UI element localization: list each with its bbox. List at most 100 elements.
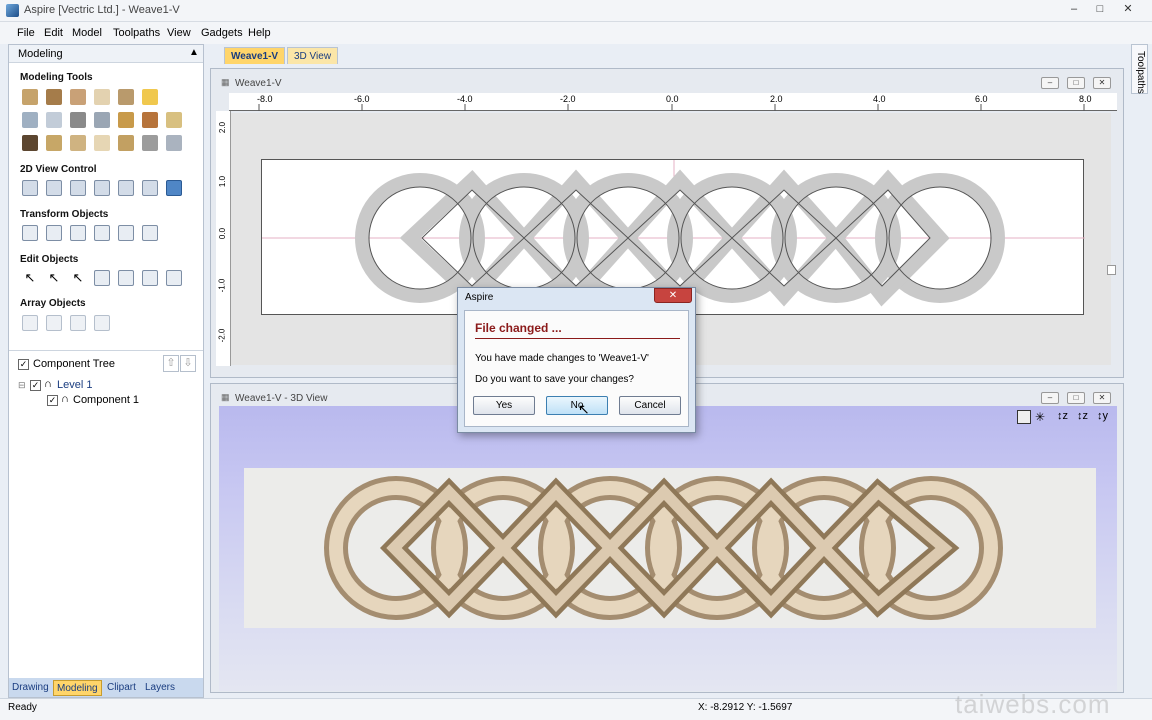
align-icon[interactable]: [70, 225, 86, 241]
zoom-icon[interactable]: [46, 180, 62, 196]
tab-3d-view[interactable]: 3D View: [287, 47, 339, 64]
panel-close-icon[interactable]: ✕: [1093, 392, 1111, 404]
pan-icon[interactable]: [22, 180, 38, 196]
material-block-3d: [244, 468, 1096, 628]
wrench-icon[interactable]: [22, 135, 38, 151]
move-up-icon[interactable]: ⇧: [163, 355, 179, 372]
smooth-icon[interactable]: [142, 112, 158, 128]
render-canvas-3d[interactable]: ✳ ↕z ↕z ↕y: [219, 406, 1117, 691]
box-icon[interactable]: [46, 112, 62, 128]
slice-icon[interactable]: [142, 135, 158, 151]
level-label[interactable]: Level 1: [57, 379, 92, 391]
dome-icon[interactable]: [70, 135, 86, 151]
grid-icon[interactable]: [46, 135, 62, 151]
no-button[interactable]: No: [546, 396, 608, 415]
tab-layers[interactable]: Layers: [142, 680, 178, 696]
delete-icon[interactable]: [166, 270, 182, 286]
mirror-icon[interactable]: [94, 225, 110, 241]
yes-button[interactable]: Yes: [473, 396, 535, 415]
block-copy-icon[interactable]: [22, 315, 38, 331]
menu-help[interactable]: Help: [248, 27, 271, 39]
component-icon[interactable]: [22, 112, 38, 128]
nesting-icon[interactable]: [94, 315, 110, 331]
ruler-label: -6.0: [354, 94, 370, 104]
close-icon[interactable]: ✕: [1114, 0, 1142, 18]
top-view-icon[interactable]: ↕z: [1077, 410, 1088, 422]
maximize-icon[interactable]: □: [1086, 0, 1114, 18]
view-3d-icon[interactable]: [166, 180, 182, 196]
menu-gadgets[interactable]: Gadgets: [201, 27, 243, 39]
status-text: Ready: [8, 702, 37, 713]
scale-icon[interactable]: [46, 225, 62, 241]
component-tree-checkbox[interactable]: ✓: [18, 359, 29, 370]
menu-toolpaths[interactable]: Toolpaths: [113, 27, 160, 39]
component-checkbox[interactable]: ✓: [47, 395, 58, 406]
menu-view[interactable]: View: [167, 27, 191, 39]
view-horizontal-icon[interactable]: [142, 180, 158, 196]
fade-icon[interactable]: [118, 112, 134, 128]
tilt-icon[interactable]: [166, 112, 182, 128]
move-down-icon[interactable]: ⇩: [180, 355, 196, 372]
zoom-extents-icon[interactable]: [70, 180, 86, 196]
minimize-icon[interactable]: –: [1060, 0, 1088, 18]
center-icon[interactable]: [142, 225, 158, 241]
sculpt-icon[interactable]: [94, 89, 110, 105]
panel-minimize-icon[interactable]: –: [1041, 392, 1059, 404]
orientation-icon[interactable]: ✳: [1035, 410, 1045, 424]
menu-edit[interactable]: Edit: [44, 27, 63, 39]
panel-maximize-icon[interactable]: □: [1067, 77, 1085, 89]
transform-select-icon[interactable]: ↖: [70, 270, 86, 286]
distort-icon[interactable]: [70, 112, 86, 128]
panel-minimize-icon[interactable]: –: [1041, 77, 1059, 89]
export-icon[interactable]: [166, 135, 182, 151]
move-object-icon[interactable]: [22, 225, 38, 241]
panel-close-icon[interactable]: ✕: [1093, 77, 1111, 89]
extrude-icon[interactable]: [46, 89, 62, 105]
cancel-button[interactable]: Cancel: [619, 396, 681, 415]
vertical-scrollbar[interactable]: [1106, 115, 1116, 355]
move-icon[interactable]: [94, 112, 110, 128]
component-label[interactable]: Component 1: [73, 394, 139, 406]
panel-maximize-icon[interactable]: □: [1067, 392, 1085, 404]
bake-icon[interactable]: [118, 135, 134, 151]
copy-along-vector-icon[interactable]: [70, 315, 86, 331]
zoom-all-icon[interactable]: [1017, 410, 1031, 424]
watermark: taiwebs.com: [955, 689, 1111, 719]
expand-icon[interactable]: ⊟: [18, 380, 26, 391]
iso-view-icon[interactable]: ↕z: [1057, 410, 1068, 422]
tab-drawing[interactable]: Drawing: [9, 680, 52, 696]
ungroup-icon[interactable]: [118, 270, 134, 286]
size-icon[interactable]: [118, 225, 134, 241]
dialog-message-1: You have made changes to 'Weave1-V': [475, 353, 649, 364]
tab-clipart[interactable]: Clipart: [104, 680, 139, 696]
circular-copy-icon[interactable]: [46, 315, 62, 331]
node-edit-icon[interactable]: ↖: [46, 270, 62, 286]
ruler-label: -2.0: [560, 94, 576, 104]
menu-model[interactable]: Model: [72, 27, 102, 39]
section-2d-view-control: 2D View Control: [20, 164, 97, 175]
group-icon[interactable]: [94, 270, 110, 286]
select-icon[interactable]: ↖: [22, 270, 38, 286]
texture-icon[interactable]: [142, 89, 158, 105]
scrollbar-thumb[interactable]: [1107, 265, 1116, 275]
dialog-close-icon[interactable]: ✕: [654, 288, 692, 303]
two-rail-icon[interactable]: [118, 89, 134, 105]
panel-tabs: Drawing Modeling Clipart Layers: [9, 678, 203, 697]
pin-icon[interactable]: ▲: [189, 47, 199, 58]
arch-icon[interactable]: [94, 135, 110, 151]
menu-file[interactable]: File: [17, 27, 35, 39]
toolpaths-tab[interactable]: Toolpaths: [1131, 44, 1148, 94]
status-bar: Ready X: -8.2912 Y: -1.5697 taiwebs.com: [0, 689, 1152, 720]
ruler-label: -1.0: [217, 278, 227, 293]
level-checkbox[interactable]: ✓: [30, 380, 41, 391]
tab-modeling[interactable]: Modeling: [53, 680, 102, 696]
ruler-label: 0.0: [666, 94, 679, 104]
view-split-icon[interactable]: [118, 180, 134, 196]
weave-icon[interactable]: [70, 89, 86, 105]
view-icon: ▦: [221, 77, 230, 87]
front-view-icon[interactable]: ↕y: [1097, 410, 1108, 422]
measure-icon[interactable]: [142, 270, 158, 286]
create-shape-icon[interactable]: [22, 89, 38, 105]
zoom-box-icon[interactable]: [94, 180, 110, 196]
tab-weave1-v[interactable]: Weave1-V: [224, 47, 286, 64]
